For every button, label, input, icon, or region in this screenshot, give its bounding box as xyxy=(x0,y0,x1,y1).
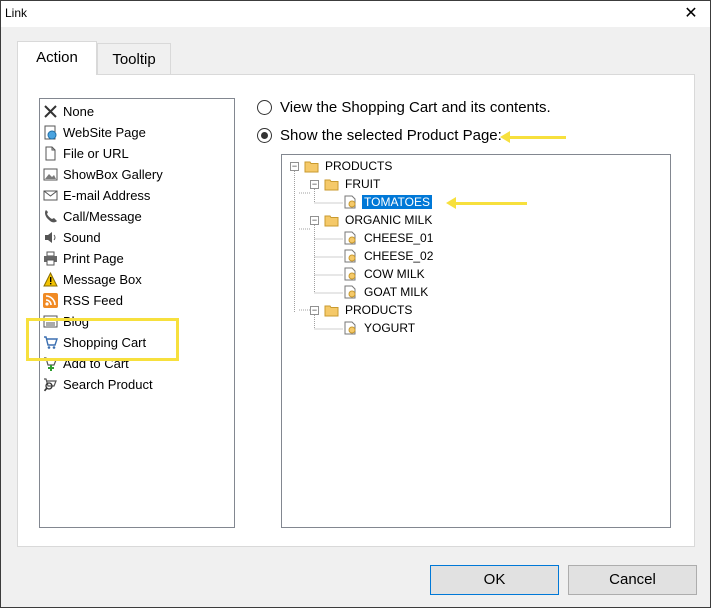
folder-icon xyxy=(324,179,339,191)
show-product-radio[interactable] xyxy=(257,128,272,143)
search-product-icon xyxy=(43,378,57,392)
action-item-print-page[interactable]: Print Page xyxy=(43,249,124,269)
action-list[interactable]: None WebSite Page File or URL ShowBox Ga… xyxy=(39,98,235,528)
product-page-icon xyxy=(344,321,356,335)
action-item-call-message[interactable]: Call/Message xyxy=(43,207,142,227)
product-page-icon xyxy=(344,285,356,299)
folder-icon xyxy=(324,305,339,317)
tree-node-cow-milk[interactable]: COW MILK xyxy=(343,265,427,283)
x-icon xyxy=(44,105,57,118)
printer-icon xyxy=(44,251,57,266)
tab-action[interactable]: Action xyxy=(17,41,97,75)
tree-expander[interactable]: − xyxy=(310,180,319,189)
tab-tooltip[interactable]: Tooltip xyxy=(97,43,171,75)
tree-node-goat-milk[interactable]: GOAT MILK xyxy=(343,283,430,301)
action-item-rss-feed[interactable]: RSS Feed xyxy=(43,291,123,311)
tree-node-fruit[interactable]: FRUIT xyxy=(324,175,382,193)
tree-node-organic-milk[interactable]: ORGANIC MILK xyxy=(324,211,434,229)
arrow-annotation-tomatoes xyxy=(446,197,527,209)
folder-icon xyxy=(324,215,339,227)
product-page-icon xyxy=(344,195,356,209)
link-dialog: Link ✕ Action Tooltip None WebSite Page … xyxy=(0,0,711,608)
title-bar: Link ✕ xyxy=(1,1,710,27)
action-item-website-page[interactable]: WebSite Page xyxy=(43,123,146,143)
action-item-sound[interactable]: Sound xyxy=(43,228,101,248)
option-show-product-label: Show the selected Product Page: xyxy=(280,127,502,144)
tree-node-cheese-02[interactable]: CHEESE_02 xyxy=(343,247,435,265)
rss-icon xyxy=(43,293,58,308)
email-icon xyxy=(43,190,58,201)
action-item-search-product[interactable]: Search Product xyxy=(43,375,153,395)
folder-icon xyxy=(304,161,319,173)
option-view-cart[interactable]: View the Shopping Cart and its contents. xyxy=(257,98,551,118)
action-item-label: Sound xyxy=(63,230,101,245)
action-item-label: None xyxy=(63,104,95,119)
action-item-label: Message Box xyxy=(63,272,142,287)
product-page-icon xyxy=(344,231,356,245)
tree-node-products[interactable]: PRODUCTS xyxy=(304,157,394,175)
tree-expander[interactable]: − xyxy=(290,162,299,171)
globe-page-icon xyxy=(44,125,57,140)
speaker-icon xyxy=(45,232,56,243)
action-item-label: Call/Message xyxy=(63,209,142,224)
product-page-icon xyxy=(344,267,356,281)
ok-button[interactable]: OK xyxy=(430,565,559,595)
option-show-product[interactable]: Show the selected Product Page: xyxy=(257,126,502,146)
dialog-title: Link xyxy=(5,6,28,20)
action-item-label: Print Page xyxy=(63,251,124,266)
gallery-icon xyxy=(43,168,58,181)
action-item-label: File or URL xyxy=(63,146,129,161)
tree-node-cheese-01[interactable]: CHEESE_01 xyxy=(343,229,435,247)
tree-expander[interactable]: − xyxy=(310,216,319,225)
action-item-label: Search Product xyxy=(63,377,153,392)
action-item-email-address[interactable]: E-mail Address xyxy=(43,186,150,206)
option-view-cart-label: View the Shopping Cart and its contents. xyxy=(280,99,551,116)
tree-node-products-2[interactable]: PRODUCTS xyxy=(324,301,414,319)
action-item-none[interactable]: None xyxy=(43,102,94,122)
shopping-cart-highlight xyxy=(26,318,179,361)
view-cart-radio[interactable] xyxy=(257,100,272,115)
action-item-label: E-mail Address xyxy=(63,188,151,203)
close-icon[interactable]: ✕ xyxy=(676,2,706,26)
file-icon xyxy=(45,146,56,161)
action-item-label: RSS Feed xyxy=(63,293,123,308)
tree-expander[interactable]: − xyxy=(310,306,319,315)
phone-icon xyxy=(45,210,57,223)
action-item-showbox-gallery[interactable]: ShowBox Gallery xyxy=(43,165,163,185)
action-item-message-box[interactable]: Message Box xyxy=(43,270,142,290)
product-page-icon xyxy=(344,249,356,263)
tree-node-yogurt[interactable]: YOGURT xyxy=(343,319,417,337)
action-item-label: WebSite Page xyxy=(63,125,146,140)
product-tree[interactable]: − PRODUCTS − FRUIT TOMATOES − ORGANIC MI… xyxy=(281,154,671,528)
arrow-annotation-option xyxy=(500,131,566,143)
warning-icon xyxy=(43,272,58,287)
action-item-file-or-url[interactable]: File or URL xyxy=(43,144,129,164)
tree-node-tomatoes[interactable]: TOMATOES xyxy=(343,193,433,211)
action-item-label: ShowBox Gallery xyxy=(63,167,163,182)
cancel-button[interactable]: Cancel xyxy=(568,565,697,595)
